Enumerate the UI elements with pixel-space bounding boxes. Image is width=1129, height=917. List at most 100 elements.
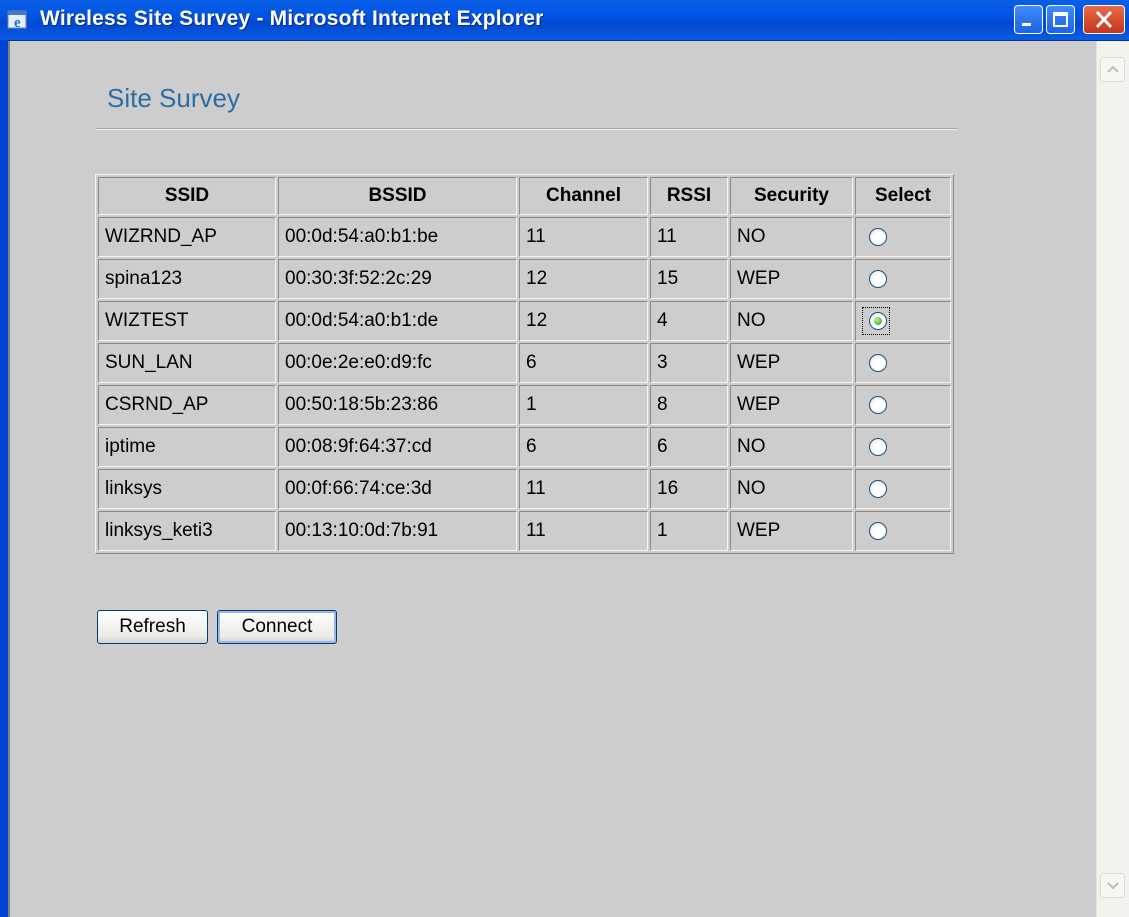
close-icon: [1095, 10, 1113, 29]
select-radio[interactable]: [869, 521, 887, 540]
cell-channel: 12: [519, 259, 648, 299]
cell-rssi: 3: [650, 343, 728, 383]
window-title: Wireless Site Survey - Microsoft Interne…: [40, 7, 544, 30]
cell-select: [855, 469, 951, 509]
cell-rssi: 15: [650, 259, 728, 299]
cell-ssid: SUN_LAN: [98, 343, 276, 383]
vertical-scrollbar[interactable]: [1096, 41, 1129, 917]
cell-channel: 1: [519, 385, 648, 425]
cell-rssi: 4: [650, 301, 728, 341]
cell-select: [855, 343, 951, 383]
table-row: linksys 00:0f:66:74:ce:3d 11 16 NO: [98, 469, 951, 509]
table-row: WIZRND_AP 00:0d:54:a0:b1:be 11 11 NO: [98, 217, 951, 257]
cell-security: WEP: [730, 511, 853, 551]
cell-security: NO: [730, 469, 853, 509]
cell-bssid: 00:0d:54:a0:b1:de: [278, 301, 517, 341]
radio-wrapper: [862, 517, 890, 545]
table-row: SUN_LAN 00:0e:2e:e0:d9:fc 6 3 WEP: [98, 343, 951, 383]
cell-select: [855, 385, 951, 425]
cell-channel: 12: [519, 301, 648, 341]
column-header-security: Security: [730, 177, 853, 215]
cell-rssi: 11: [650, 217, 728, 257]
cell-bssid: 00:30:3f:52:2c:29: [278, 259, 517, 299]
cell-ssid: linksys_keti3: [98, 511, 276, 551]
cell-bssid: 00:0f:66:74:ce:3d: [278, 469, 517, 509]
cell-ssid: WIZRND_AP: [98, 217, 276, 257]
cell-ssid: linksys: [98, 469, 276, 509]
column-header-select: Select: [855, 177, 951, 215]
select-radio[interactable]: [869, 437, 887, 456]
cell-security: WEP: [730, 385, 853, 425]
cell-security: NO: [730, 301, 853, 341]
column-header-ssid: SSID: [98, 177, 276, 215]
column-header-channel: Channel: [519, 177, 648, 215]
cell-channel: 11: [519, 511, 648, 551]
ie-icon: e: [7, 9, 29, 31]
table-row: WIZTEST 00:0d:54:a0:b1:de 12 4 NO: [98, 301, 951, 341]
content-border: [8, 41, 10, 917]
select-radio[interactable]: [869, 479, 887, 498]
radio-wrapper: [862, 307, 890, 335]
select-radio[interactable]: [869, 269, 887, 288]
cell-ssid: WIZTEST: [98, 301, 276, 341]
cell-rssi: 16: [650, 469, 728, 509]
title-bar[interactable]: e Wireless Site Survey - Microsoft Inter…: [0, 0, 1129, 41]
cell-select: [855, 511, 951, 551]
scroll-down-button[interactable]: [1100, 873, 1125, 898]
close-button[interactable]: [1083, 5, 1125, 34]
cell-bssid: 00:08:9f:64:37:cd: [278, 427, 517, 467]
select-radio[interactable]: [869, 353, 887, 372]
maximize-button[interactable]: [1046, 5, 1075, 34]
minimize-button[interactable]: [1014, 5, 1043, 34]
cell-security: NO: [730, 217, 853, 257]
select-radio[interactable]: [869, 311, 887, 330]
refresh-button[interactable]: Refresh: [97, 610, 208, 644]
cell-rssi: 1: [650, 511, 728, 551]
site-survey-table: SSID BSSID Channel RSSI Security Select …: [95, 174, 954, 554]
cell-security: NO: [730, 427, 853, 467]
cell-channel: 6: [519, 343, 648, 383]
window-frame-left: [0, 40, 8, 917]
cell-select: [855, 259, 951, 299]
cell-bssid: 00:13:10:0d:7b:91: [278, 511, 517, 551]
cell-rssi: 8: [650, 385, 728, 425]
cell-bssid: 00:0d:54:a0:b1:be: [278, 217, 517, 257]
table-row: linksys_keti3 00:13:10:0d:7b:91 11 1 WEP: [98, 511, 951, 551]
radio-wrapper: [862, 265, 890, 293]
cell-select: [855, 301, 951, 341]
cell-channel: 11: [519, 469, 648, 509]
column-header-bssid: BSSID: [278, 177, 517, 215]
select-radio[interactable]: [869, 227, 887, 246]
cell-select: [855, 217, 951, 257]
title-divider: [96, 128, 958, 130]
cell-rssi: 6: [650, 427, 728, 467]
chevron-down-icon: [1107, 882, 1119, 890]
table-row: iptime 00:08:9f:64:37:cd 6 6 NO: [98, 427, 951, 467]
radio-wrapper: [862, 391, 890, 419]
radio-wrapper: [862, 223, 890, 251]
chevron-up-icon: [1107, 65, 1119, 73]
cell-ssid: iptime: [98, 427, 276, 467]
cell-ssid: spina123: [98, 259, 276, 299]
svg-text:e: e: [14, 15, 21, 31]
cell-security: WEP: [730, 343, 853, 383]
connect-button[interactable]: Connect: [217, 610, 337, 644]
cell-channel: 11: [519, 217, 648, 257]
cell-select: [855, 427, 951, 467]
table-row: spina123 00:30:3f:52:2c:29 12 15 WEP: [98, 259, 951, 299]
cell-bssid: 00:50:18:5b:23:86: [278, 385, 517, 425]
column-header-rssi: RSSI: [650, 177, 728, 215]
table-header-row: SSID BSSID Channel RSSI Security Select: [98, 177, 951, 215]
select-radio[interactable]: [869, 395, 887, 414]
cell-ssid: CSRND_AP: [98, 385, 276, 425]
table-row: CSRND_AP 00:50:18:5b:23:86 1 8 WEP: [98, 385, 951, 425]
cell-channel: 6: [519, 427, 648, 467]
scroll-up-button[interactable]: [1100, 57, 1125, 82]
radio-wrapper: [862, 475, 890, 503]
minimize-icon: [1022, 23, 1031, 26]
radio-wrapper: [862, 349, 890, 377]
table-body: WIZRND_AP 00:0d:54:a0:b1:be 11 11 NO spina123…: [98, 217, 951, 551]
radio-wrapper: [862, 433, 890, 461]
maximize-icon: [1053, 12, 1068, 27]
cell-bssid: 00:0e:2e:e0:d9:fc: [278, 343, 517, 383]
